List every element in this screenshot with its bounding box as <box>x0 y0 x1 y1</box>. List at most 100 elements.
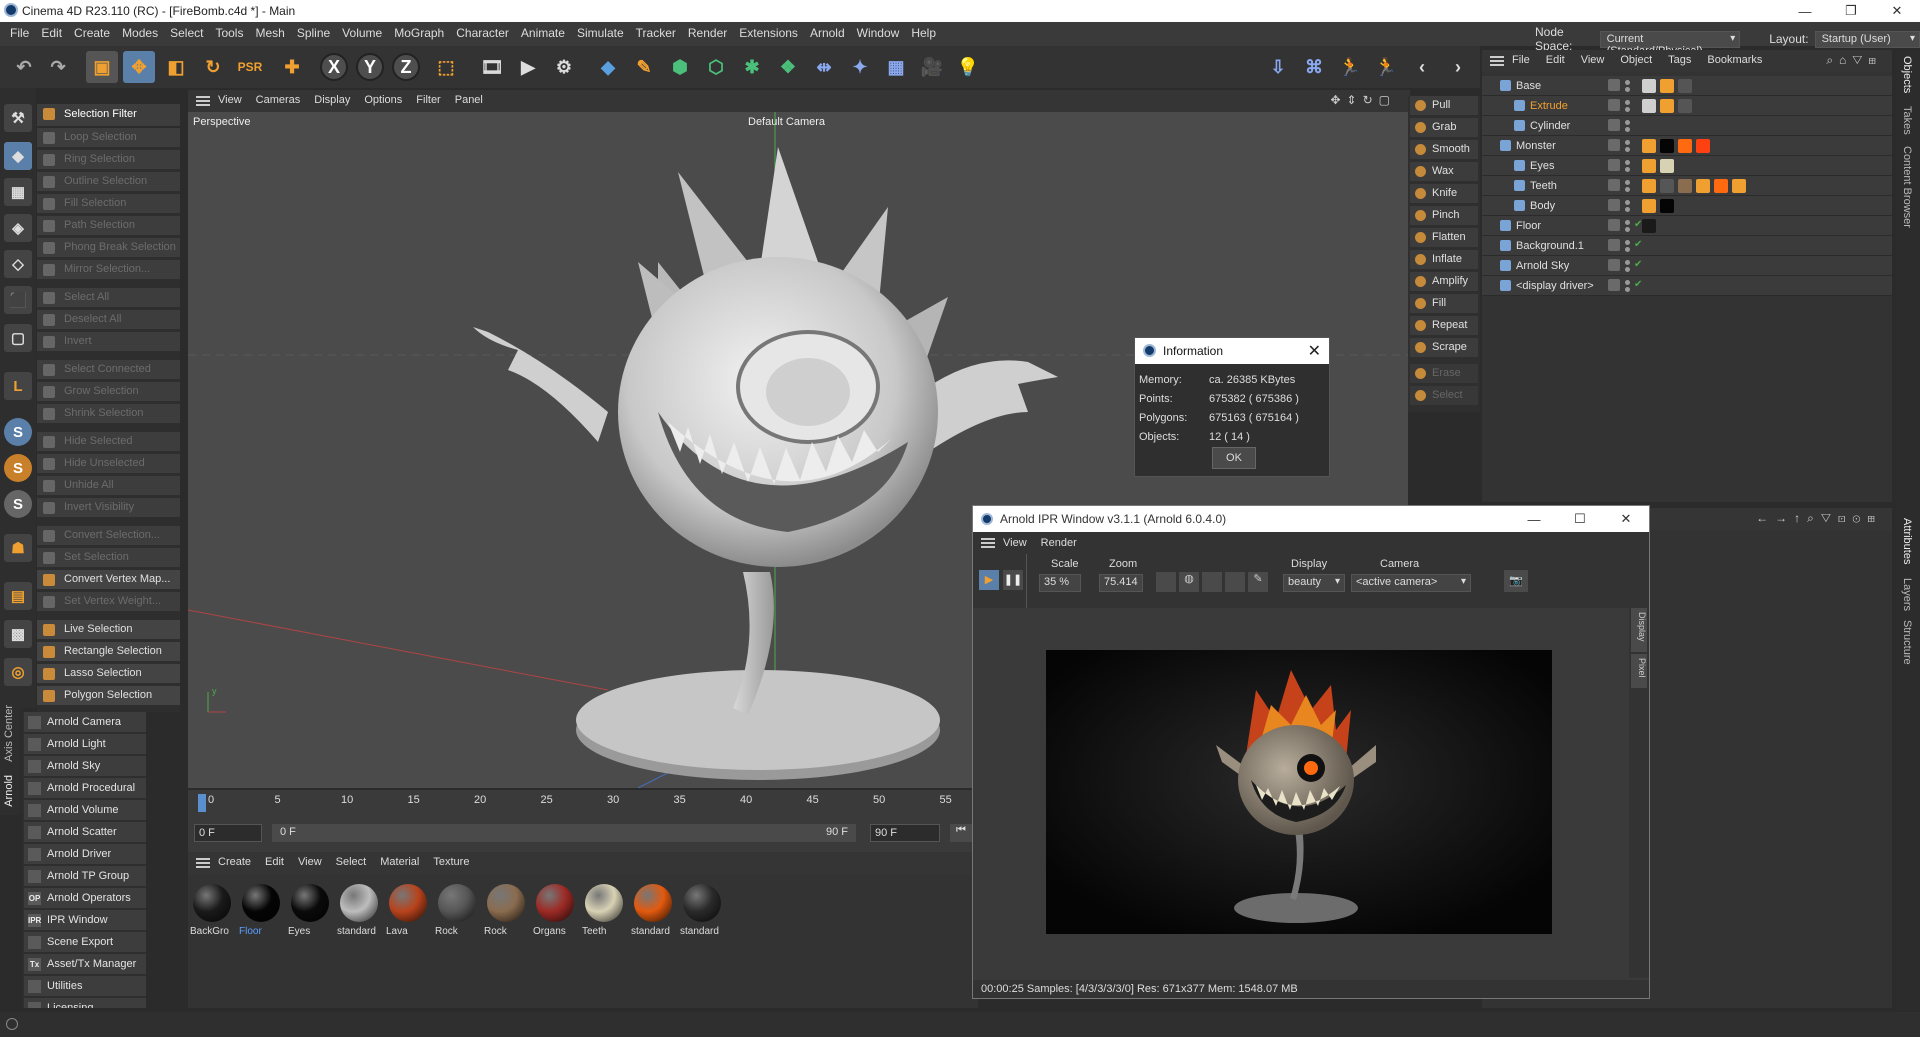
object-visibility-dots-icon[interactable] <box>1624 139 1630 153</box>
arnold-menu-item-arnold-light[interactable]: Arnold Light <box>24 734 146 755</box>
menu-character[interactable]: Character <box>450 22 515 46</box>
material-tag-icon[interactable] <box>1660 99 1674 113</box>
menu-edit[interactable]: Edit <box>35 22 68 46</box>
x-axis-lock-button[interactable]: X <box>320 53 348 81</box>
object-visibility-dots-icon[interactable] <box>1624 99 1630 113</box>
maximize-button[interactable]: ❐ <box>1828 0 1874 22</box>
camera-object-icon[interactable]: 🎥 <box>916 51 948 83</box>
brush-grab[interactable]: Grab <box>1410 118 1478 138</box>
selection-menu-item-invert-visibility[interactable]: Invert Visibility <box>37 498 180 518</box>
object-row-monster[interactable]: Monster <box>1482 136 1892 156</box>
arnold-menu-item-arnold-scatter[interactable]: Arnold Scatter <box>24 822 146 843</box>
material-tag-icon[interactable] <box>1642 219 1656 233</box>
zoom-field[interactable]: 75.414 <box>1099 574 1143 592</box>
workplane-icon[interactable]: ▤ <box>4 582 32 610</box>
material-tag-icon[interactable] <box>1660 199 1674 213</box>
menu-volume[interactable]: Volume <box>336 22 388 46</box>
generator-icon[interactable]: ⬡ <box>700 51 732 83</box>
move-tool-icon[interactable]: ✥ <box>123 51 155 83</box>
arnold-menu-item-arnold-operators[interactable]: OP Arnold Operators <box>24 888 146 909</box>
axis-mode-icon[interactable]: L <box>4 372 32 400</box>
object-row-teeth[interactable]: Teeth <box>1482 176 1892 196</box>
selection-menu-item-select-connected[interactable]: Select Connected <box>37 360 180 380</box>
cube-primitive-icon[interactable]: ◆ <box>592 51 624 83</box>
object-menu-view[interactable]: View <box>1581 54 1605 66</box>
menu-spline[interactable]: Spline <box>291 22 336 46</box>
arnold-menu-item-arnold-procedural[interactable]: Arnold Procedural <box>24 778 146 799</box>
object-editor-visibility-icon[interactable] <box>1608 179 1620 191</box>
object-visibility-dots-icon[interactable] <box>1624 179 1630 193</box>
max-frame-field[interactable]: 90 F <box>870 824 940 842</box>
scale-field[interactable]: 35 % <box>1039 574 1081 592</box>
ipr-menu-render[interactable]: Render <box>1041 537 1077 549</box>
brush-pull[interactable]: Pull <box>1410 96 1478 116</box>
brush-scrape[interactable]: Scrape <box>1410 338 1478 358</box>
bodypaint-icon[interactable]: ⇩ <box>1262 51 1294 83</box>
arnold-menu-item-arnold-tp-group[interactable]: Arnold TP Group <box>24 866 146 887</box>
selection-menu-item-loop-selection[interactable]: Loop Selection <box>37 128 180 148</box>
material-swatch-standard[interactable]: standard <box>680 882 724 944</box>
attributes-tab[interactable]: Attributes <box>1901 518 1913 564</box>
object-row-extrude[interactable]: Extrude <box>1482 96 1892 116</box>
viewport-nav-icons[interactable]: ✥⇕↻▢ <box>1330 93 1396 107</box>
workplane-snap-icon[interactable]: S <box>4 490 32 518</box>
selection-menu-item-mirror-selection[interactable]: Mirror Selection... <box>37 260 180 280</box>
content-browser-tab[interactable]: Content Browser <box>1901 146 1913 228</box>
cloner-icon[interactable]: ✱ <box>736 51 768 83</box>
layout-dropdown[interactable]: Startup (User) <box>1814 30 1920 48</box>
ipr-menu-view[interactable]: View <box>1003 537 1027 549</box>
ipr-minimize-button[interactable]: — <box>1511 506 1557 532</box>
menu-modes[interactable]: Modes <box>116 22 164 46</box>
object-visibility-dots-icon[interactable] <box>1624 199 1630 213</box>
node-space-dropdown[interactable]: Current (Standard/Physical) <box>1599 30 1741 57</box>
display-mode-icon[interactable] <box>1156 572 1176 592</box>
render-region-icon[interactable]: 🎞 <box>476 51 508 83</box>
material-tag-icon[interactable] <box>1660 139 1674 153</box>
region-icon[interactable] <box>1202 572 1222 592</box>
material-swatch-lava[interactable]: Lava <box>386 882 430 944</box>
point-mode-icon[interactable]: ◈ <box>4 214 32 242</box>
viewport-menu-display[interactable]: Display <box>314 94 350 106</box>
snap-settings-icon[interactable]: S <box>4 454 32 482</box>
selection-menu-item-polygon-selection[interactable]: Polygon Selection <box>37 686 180 706</box>
enabled-check-icon[interactable]: ✔ <box>1634 279 1642 290</box>
selection-menu-item-ring-selection[interactable]: Ring Selection <box>37 150 180 170</box>
next-arrow-icon[interactable]: › <box>1442 51 1474 83</box>
psr-icon[interactable]: PSR <box>234 51 266 83</box>
material-tag-icon[interactable] <box>1642 139 1656 153</box>
ipr-hamburger-icon[interactable] <box>981 538 995 548</box>
texture-mode-icon[interactable]: ▦ <box>4 178 32 206</box>
menu-select[interactable]: Select <box>164 22 209 46</box>
selection-menu-item-fill-selection[interactable]: Fill Selection <box>37 194 180 214</box>
pause-icon[interactable]: ❚❚ <box>1003 570 1023 590</box>
material-tag-icon[interactable] <box>1642 79 1656 93</box>
menu-simulate[interactable]: Simulate <box>571 22 630 46</box>
object-row-eyes[interactable]: Eyes <box>1482 156 1892 176</box>
object-row-base[interactable]: Base <box>1482 76 1892 96</box>
uv-mode-icon[interactable]: ▢ <box>4 324 32 352</box>
object-menu-bookmarks[interactable]: Bookmarks <box>1707 54 1762 66</box>
material-tag-icon[interactable] <box>1696 179 1710 193</box>
character-run-icon[interactable]: 🏃 <box>1334 51 1366 83</box>
menu-mograph[interactable]: MoGraph <box>388 22 450 46</box>
arnold-menu-item-utilities[interactable]: Utilities <box>24 976 146 997</box>
selection-menu-item-set-vertex-weight[interactable]: Set Vertex Weight... <box>37 592 180 612</box>
y-axis-lock-button[interactable]: Y <box>356 53 384 81</box>
selection-menu-item-path-selection[interactable]: Path Selection <box>37 216 180 236</box>
arnold-menu-item-licensing[interactable]: Licensing <box>24 998 146 1008</box>
field-icon[interactable]: ✦ <box>844 51 876 83</box>
object-manager-hamburger-icon[interactable] <box>1490 56 1504 66</box>
brush-amplify[interactable]: Amplify <box>1410 272 1478 292</box>
object-editor-visibility-icon[interactable] <box>1608 199 1620 211</box>
subdivision-icon[interactable]: ⬢ <box>664 51 696 83</box>
object-editor-visibility-icon[interactable] <box>1608 79 1620 91</box>
object-visibility-dots-icon[interactable] <box>1624 79 1630 93</box>
object-editor-visibility-icon[interactable] <box>1608 279 1620 291</box>
arnold-tab[interactable]: Arnold <box>3 775 15 807</box>
material-swatch-eyes[interactable]: Eyes <box>288 882 332 944</box>
edge-mode-icon[interactable]: ◇ <box>4 250 32 278</box>
selection-menu-item-hide-selected[interactable]: Hide Selected <box>37 432 180 452</box>
globe-icon[interactable]: ◍ <box>1179 572 1199 592</box>
enabled-check-icon[interactable]: ✔ <box>1634 239 1642 250</box>
object-row-display-driver[interactable]: <display driver> ✔ <box>1482 276 1892 296</box>
